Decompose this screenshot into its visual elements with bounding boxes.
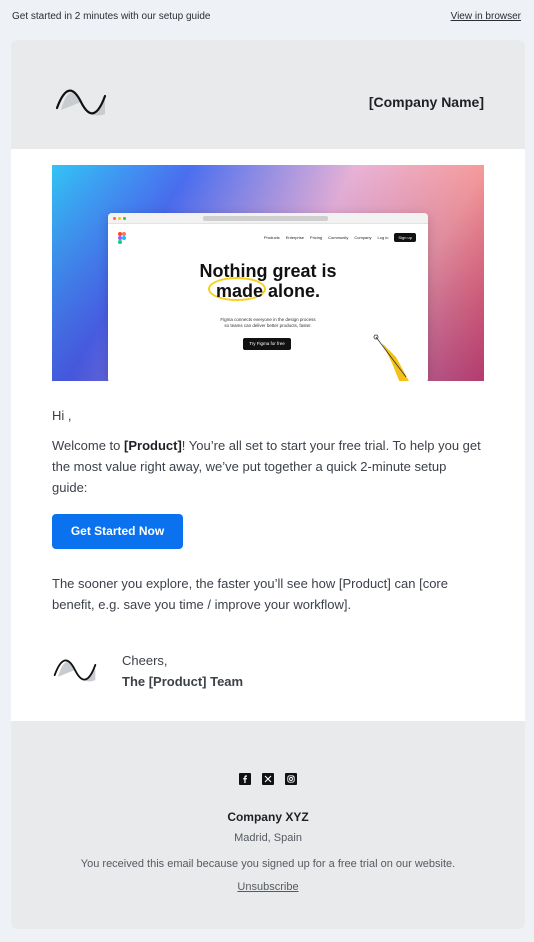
sooner-paragraph: The sooner you explore, the faster you’l… <box>52 576 448 612</box>
get-started-button[interactable]: Get Started Now <box>52 514 183 549</box>
unsubscribe-link[interactable]: Unsubscribe <box>237 881 298 893</box>
hero-image: Products Enterprise Pricing Community Co… <box>52 165 484 381</box>
email-card: [Company Name] Products Enterprise Prici… <box>11 40 525 929</box>
welcome-prefix: Welcome to <box>52 438 125 453</box>
email-footer: Company XYZ Madrid, Spain You received t… <box>11 721 525 929</box>
facebook-icon[interactable] <box>239 773 251 785</box>
figma-logo-icon <box>118 232 126 244</box>
social-links <box>11 773 525 785</box>
nav-community: Community <box>328 235 349 240</box>
wave-logo-icon <box>55 89 107 116</box>
company-name: [Company Name] <box>368 94 484 110</box>
signature-cheers: Cheers, <box>122 653 168 668</box>
footer-address: Madrid, Spain <box>234 832 302 844</box>
nav-signup: Sign up <box>394 233 416 242</box>
footer-reason: You received this email because you sign… <box>80 858 456 870</box>
view-in-browser-link[interactable]: View in browser <box>451 11 521 22</box>
nav-login: Log in <box>377 235 389 240</box>
pencil-illustration <box>373 334 409 381</box>
preheader-text: Get started in 2 minutes with our setup … <box>12 11 211 22</box>
greeting: Hi , <box>52 408 72 423</box>
nav-company: Company <box>354 235 372 240</box>
browser-mockup: Products Enterprise Pricing Community Co… <box>108 213 428 381</box>
wave-logo-icon <box>53 659 97 682</box>
x-icon[interactable] <box>262 773 274 785</box>
nav-enterprise: Enterprise <box>285 235 304 240</box>
welcome-product: [Product] <box>124 438 182 453</box>
url-bar <box>203 216 328 221</box>
email-header: [Company Name] <box>11 40 525 149</box>
nav-products: Products <box>263 235 280 240</box>
hero-subtext-2: so teams can deliver better products, fa… <box>224 323 312 328</box>
browser-toolbar <box>108 213 428 224</box>
hero-headline-2: made alone. <box>215 281 321 301</box>
hero-headline-1: Nothing great is <box>199 261 337 281</box>
instagram-icon[interactable] <box>285 773 297 785</box>
signature-team: The [Product] Team <box>122 674 244 689</box>
site-nav: Products Enterprise Pricing Community Co… <box>264 233 416 242</box>
welcome-paragraph: Welcome to [Product]! You’re all set to … <box>52 435 484 498</box>
preheader: Get started in 2 minutes with our setup … <box>0 0 534 34</box>
nav-pricing: Pricing <box>309 235 323 240</box>
hero-cta: Try Figma for free <box>243 338 291 350</box>
footer-unsubscribe: Unsubscribe <box>11 881 525 893</box>
footer-company: Company XYZ <box>227 810 309 824</box>
hero-subtext: Figma connects everyone in the design pr… <box>108 317 428 329</box>
